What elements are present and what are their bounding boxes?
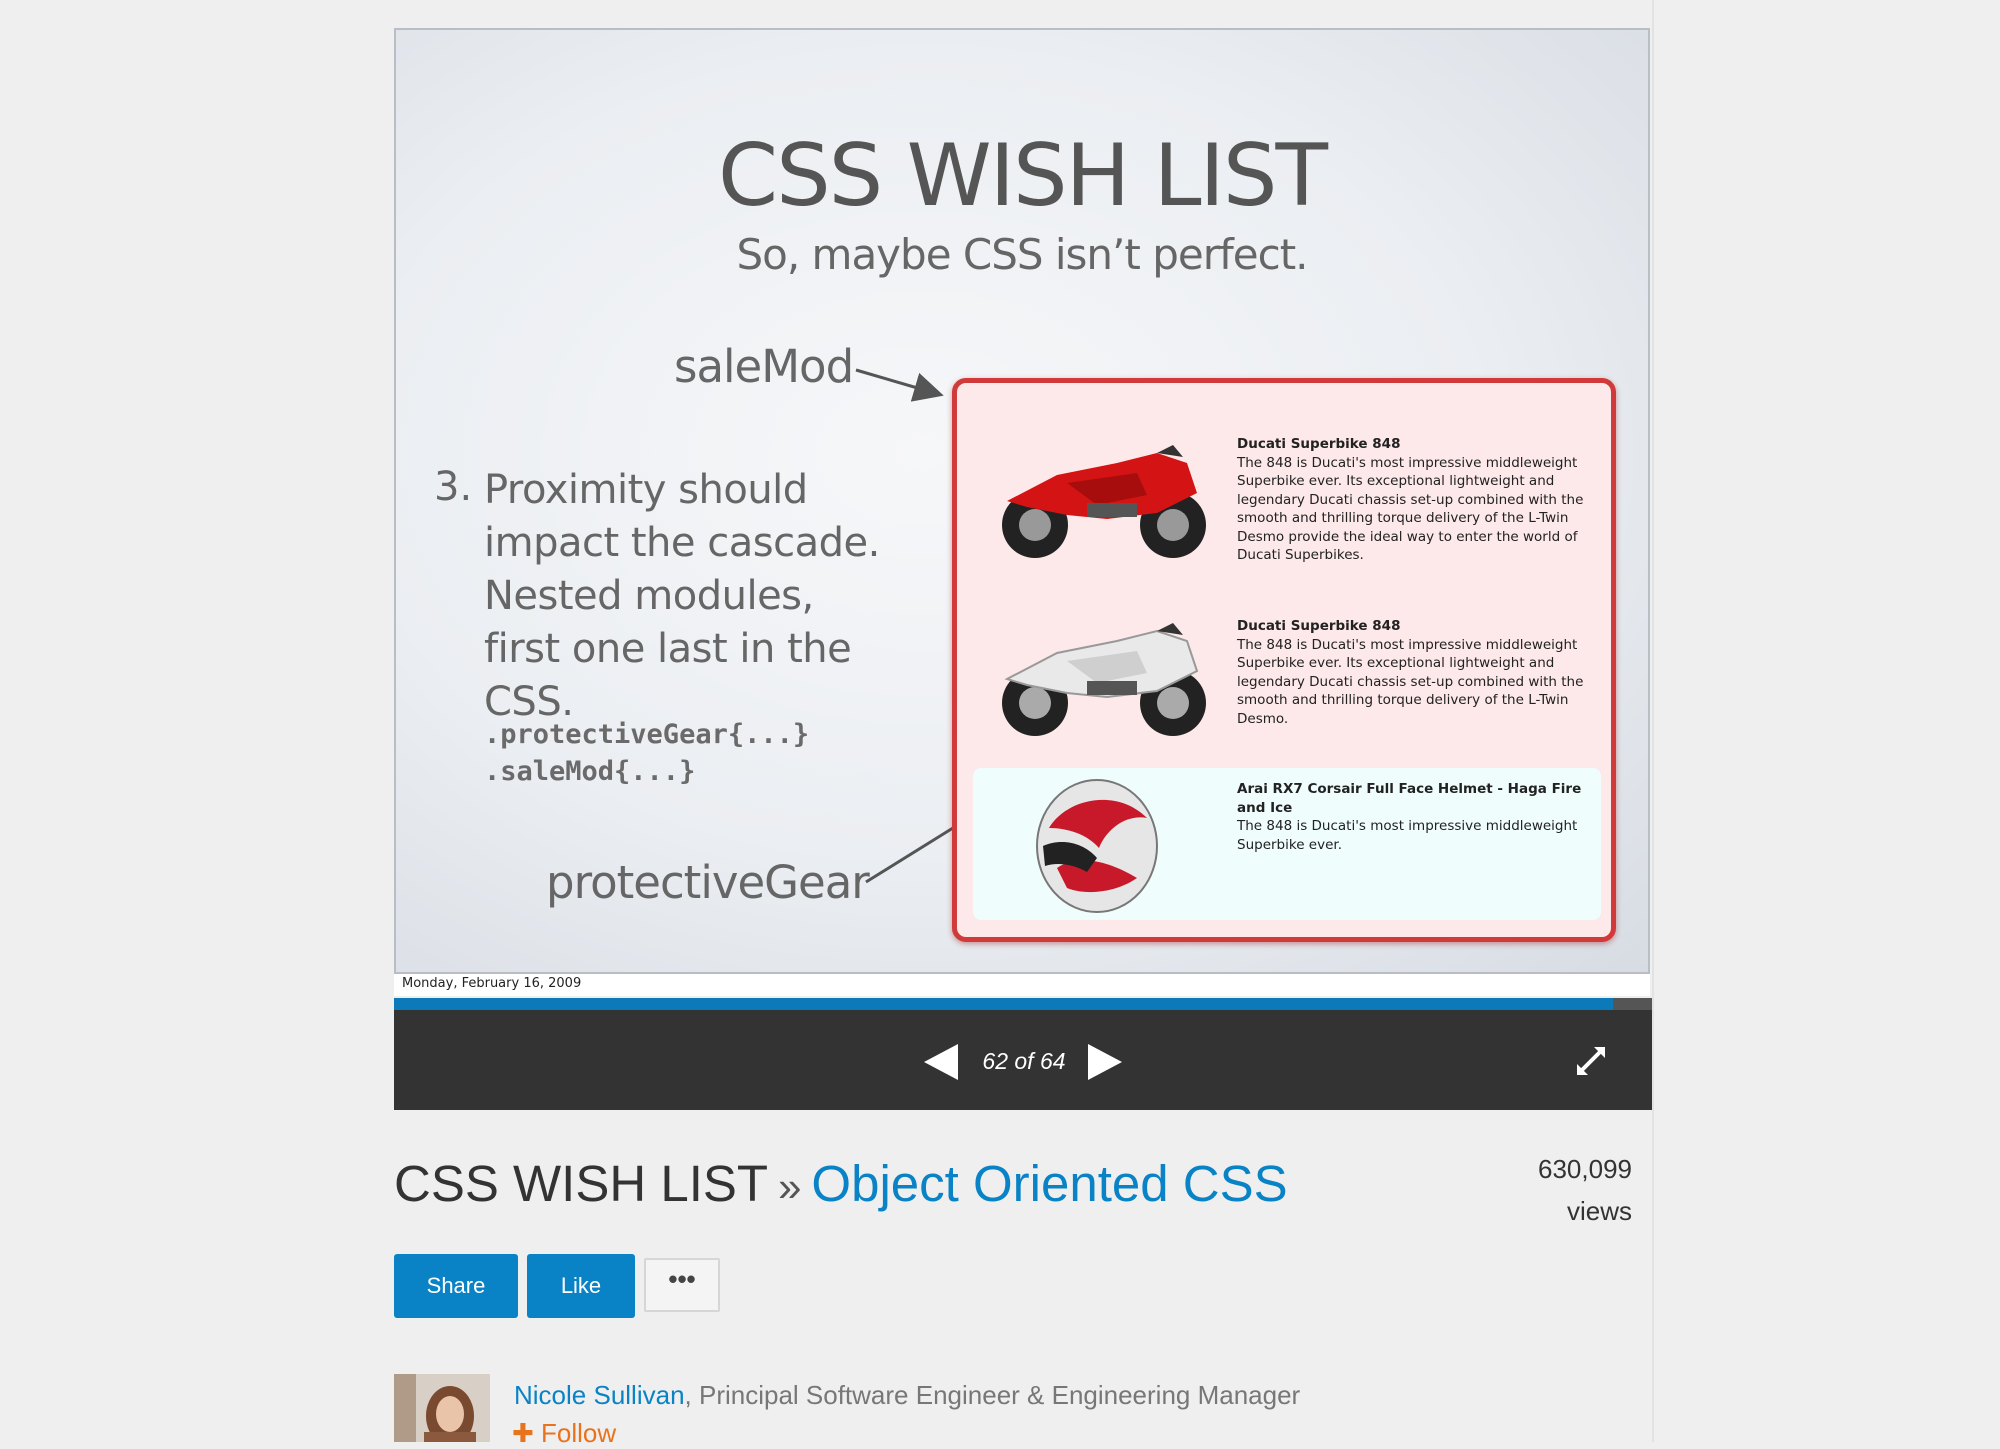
author-role: , Principal Software Engineer & Engineer… bbox=[684, 1380, 1301, 1410]
follow-label: Follow bbox=[541, 1418, 617, 1448]
product-item-highlighted: Arai RX7 Corsair Full Face Helmet - Haga… bbox=[973, 768, 1601, 920]
presentation-title: CSS WISH LIST» Object Oriented CSS bbox=[394, 1154, 1288, 1213]
product-module-box: Ducati Superbike 848 The 848 is Ducati's… bbox=[952, 378, 1616, 942]
avatar[interactable] bbox=[394, 1374, 490, 1442]
slide-progress-fill bbox=[394, 998, 1613, 1010]
product-text: Ducati Superbike 848 The 848 is Ducati's… bbox=[1237, 435, 1593, 565]
product-item: Ducati Superbike 848 The 848 is Ducati's… bbox=[973, 423, 1601, 573]
slide-progress-bar[interactable] bbox=[394, 998, 1652, 1010]
previous-slide-icon[interactable] bbox=[922, 1042, 962, 1082]
arrow-salemod bbox=[855, 368, 944, 402]
more-options-button[interactable]: ••• bbox=[644, 1258, 720, 1312]
motorcycle-red-image bbox=[1002, 445, 1206, 558]
slide-counter: 62 of 64 bbox=[982, 1048, 1066, 1074]
product-name: Arai RX7 Corsair Full Face Helmet - Haga… bbox=[1237, 781, 1582, 816]
fullscreen-icon[interactable] bbox=[1574, 1044, 1608, 1078]
helmet-image bbox=[1036, 779, 1158, 913]
product-text: Ducati Superbike 848 The 848 is Ducati's… bbox=[1237, 617, 1593, 728]
slide-viewer[interactable]: CSS WISH LIST So, maybe CSS isn’t perfec… bbox=[394, 28, 1650, 974]
follow-button[interactable]: ✚ Follow bbox=[512, 1418, 616, 1449]
view-count-label: views bbox=[1566, 1196, 1632, 1226]
author-name-link[interactable]: Nicole Sullivan bbox=[514, 1380, 685, 1410]
product-description: The 848 is Ducati's most impressive midd… bbox=[1237, 636, 1584, 727]
view-count-number: 630,099 bbox=[1538, 1154, 1632, 1184]
motorcycle-white-image bbox=[1002, 623, 1206, 736]
player-controls: 62 of 64 bbox=[394, 1010, 1652, 1110]
slide-title-text: CSS WISH LIST bbox=[394, 1155, 769, 1212]
product-item: Ducati Superbike 848 The 848 is Ducati's… bbox=[973, 605, 1601, 745]
slide-date: Monday, February 16, 2009 bbox=[394, 974, 1650, 996]
like-button[interactable]: Like bbox=[527, 1254, 635, 1318]
next-slide-icon[interactable] bbox=[1084, 1042, 1124, 1082]
product-description: The 848 is Ducati's most impressive midd… bbox=[1237, 818, 1578, 853]
breadcrumb-separator: » bbox=[778, 1163, 802, 1210]
product-name: Ducati Superbike 848 bbox=[1237, 436, 1401, 452]
view-count: 630,099 views bbox=[1500, 1148, 1632, 1232]
product-text: Arai RX7 Corsair Full Face Helmet - Haga… bbox=[1237, 780, 1593, 854]
page-divider bbox=[1652, 0, 1654, 1442]
deck-title-link[interactable]: Object Oriented CSS bbox=[811, 1155, 1287, 1212]
product-name: Ducati Superbike 848 bbox=[1237, 618, 1401, 634]
plus-icon: ✚ bbox=[512, 1418, 542, 1448]
share-button[interactable]: Share bbox=[394, 1254, 518, 1318]
author-info: Nicole Sullivan, Principal Software Engi… bbox=[514, 1380, 1300, 1411]
product-description: The 848 is Ducati's most impressive midd… bbox=[1237, 454, 1584, 564]
